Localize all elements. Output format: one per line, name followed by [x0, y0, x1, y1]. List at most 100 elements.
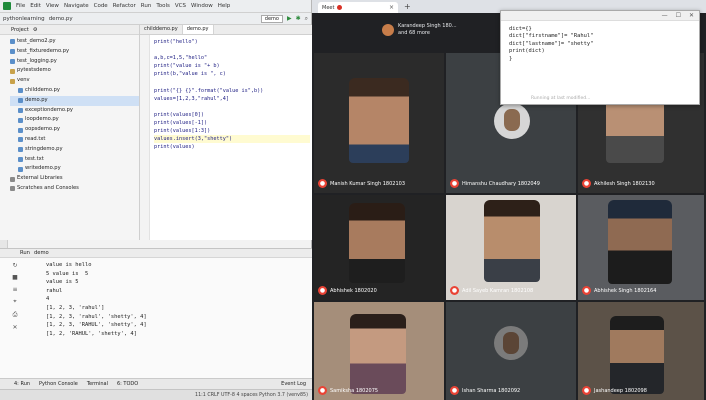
mic-off-icon: ●	[582, 179, 591, 188]
project-panel-title[interactable]: Project	[11, 27, 29, 33]
line-gutter	[140, 35, 150, 240]
run-panel: Run demo ↻ ■ ≡ ⌖ ⎙ ✕ value is hello 5 val…	[0, 248, 312, 388]
tree-item[interactable]: loopdemo.py	[10, 115, 139, 125]
tree-item[interactable]: demo.py	[10, 95, 139, 106]
search-icon[interactable]: ⌕	[305, 15, 308, 23]
menu-navigate[interactable]: Navigate	[64, 3, 89, 9]
code-line: print(values[-1])	[154, 119, 208, 126]
console-line: [1, 2, 3, 'rahul', 'shetty', 4]	[46, 313, 147, 320]
tree-item[interactable]: childdemo.py	[10, 86, 139, 96]
project-tree: test_demo2.py test_fixturedemo.py test_log…	[0, 35, 139, 194]
participant-tile[interactable]: ● Abhishek 1802020	[314, 195, 444, 300]
menu-view[interactable]: View	[46, 3, 59, 9]
code-area[interactable]: print("hello") a,b,c=1,5,"hello" print("va…	[154, 38, 310, 151]
tree-item[interactable]: stringdemo.py	[10, 145, 139, 155]
tree-item[interactable]: test_logging.py	[10, 57, 139, 67]
participant-tile[interactable]: ● Abhishek Singh 1802164	[578, 195, 704, 300]
mic-off-icon: ●	[318, 286, 327, 295]
print-icon[interactable]: ⎙	[13, 311, 18, 319]
menu-help[interactable]: Help	[218, 3, 231, 9]
pycharm-logo-icon	[3, 2, 11, 10]
participant-name: Abhishek Singh 1802164	[594, 287, 657, 294]
rerun-icon[interactable]: ↻	[12, 262, 17, 269]
code-line: print("hello")	[154, 39, 198, 45]
settings-gear-icon[interactable]: ⚙	[33, 27, 38, 33]
participant-name: Adil Sayeb Kamran 1802108	[462, 287, 534, 294]
minimize-icon[interactable]: —	[662, 12, 668, 19]
menu-code[interactable]: Code	[94, 3, 108, 9]
python-file-icon	[18, 127, 23, 133]
tree-item[interactable]: test.txt	[10, 155, 139, 165]
tree-item-label: Scratches and Consoles	[17, 184, 79, 191]
console-output: value is hello 5 value is 5 value is 5 rahu…	[46, 261, 147, 338]
tree-item[interactable]: exceptiondemo.py	[10, 106, 139, 116]
tree-item[interactable]: read.txt	[10, 135, 139, 145]
run-config-tab[interactable]: demo	[34, 250, 49, 256]
editor-tab-demo[interactable]: demo.py	[182, 25, 214, 34]
run-icon[interactable]: ▶	[287, 15, 292, 22]
notepad-line: }	[509, 55, 513, 62]
tab-event-log[interactable]: Event Log	[281, 381, 306, 387]
menu-run[interactable]: Run	[141, 3, 152, 9]
wrap-icon[interactable]: ≡	[12, 286, 17, 293]
tab-terminal[interactable]: Terminal	[87, 381, 108, 387]
tree-item[interactable]: test_fixturedemo.py	[10, 47, 139, 57]
recording-dot-icon	[337, 5, 343, 10]
trash-icon[interactable]: ✕	[12, 324, 17, 331]
notepad-text[interactable]: dict={} dict["firstname"]= "Rahul" dict[…	[501, 21, 699, 68]
console-line: value is hello	[46, 262, 92, 268]
breadcrumb-file[interactable]: demo.py	[49, 16, 73, 22]
participant-tile[interactable]: ● Samiksha 1802075	[314, 302, 444, 400]
notepad-line: dict["firstname"]= "Rahul"	[509, 33, 594, 40]
video-feed	[350, 314, 406, 394]
tree-item-label: read.txt	[25, 135, 46, 142]
menu-refactor[interactable]: Refactor	[113, 3, 136, 9]
participant-tile[interactable]: ● Adil Sayeb Kamran 1802108	[446, 195, 576, 300]
code-line: print(b,"value is ", c)	[154, 71, 226, 78]
run-config-select[interactable]: demo	[260, 14, 283, 23]
tab-run[interactable]: 4: Run	[14, 381, 30, 387]
tree-item-label: venv	[17, 77, 30, 84]
tree-item[interactable]: Scratches and Consoles	[10, 184, 139, 194]
notepad-line: dict={}	[509, 26, 532, 32]
participant-tile[interactable]: ● Manish Kumar Singh 1802103	[314, 53, 444, 193]
python-file-icon	[10, 49, 15, 55]
debug-icon[interactable]: ✱	[296, 15, 301, 22]
maximize-icon[interactable]: ☐	[676, 12, 681, 19]
participant-tile[interactable]: ● Jashandeep 1802098	[578, 302, 704, 400]
tree-item[interactable]: test_demo2.py	[10, 37, 139, 47]
notepad-window[interactable]: — ☐ ✕ dict={} dict["firstname"]= "Rahul"…	[500, 10, 700, 105]
video-feed	[608, 200, 672, 284]
pin-icon[interactable]: ⌖	[13, 298, 16, 306]
participant-tile[interactable]: ● Ishan Sharma 1802092	[446, 302, 576, 400]
menu-edit[interactable]: Edit	[30, 3, 41, 9]
notepad-titlebar: — ☐ ✕	[501, 11, 699, 21]
tree-item[interactable]: oopsdemo.py	[10, 125, 139, 135]
menu-tools[interactable]: Tools	[156, 3, 170, 9]
new-tab-icon[interactable]: +	[404, 2, 411, 11]
run-panel-title[interactable]: Run	[20, 250, 30, 256]
code-line: a,b,c=1,5,"hello"	[154, 55, 208, 62]
tree-item[interactable]: pytestsdemo	[10, 66, 139, 76]
editor-tab-childdemo[interactable]: childdemo.py	[140, 25, 183, 34]
browser-tab-meet[interactable]: Meet ×	[318, 2, 398, 13]
presenter-chip[interactable]: Karandeep Singh 180... and 68 more	[382, 23, 457, 37]
participant-name: Abhishek 1802020	[330, 287, 377, 294]
run-panel-header: Run demo	[0, 249, 312, 258]
tab-todo[interactable]: 6: TODO	[117, 381, 138, 387]
menu-file[interactable]: File	[16, 3, 25, 9]
stop-icon[interactable]: ■	[12, 274, 18, 281]
menu-vcs[interactable]: VCS	[175, 3, 186, 9]
code-editor[interactable]: childdemo.py demo.py print("hello") a,b,c…	[140, 25, 312, 240]
tree-item[interactable]: venv	[10, 76, 139, 86]
breadcrumb-project[interactable]: pythonlearning	[3, 16, 45, 22]
tree-item[interactable]: External Libraries	[10, 174, 139, 184]
tree-item[interactable]: writedemo.py	[10, 164, 139, 174]
more-participants-count: and 68 more	[398, 30, 430, 36]
close-tab-icon[interactable]: ×	[389, 4, 394, 11]
tree-item-label: External Libraries	[17, 175, 63, 182]
tab-python-console[interactable]: Python Console	[39, 381, 78, 387]
close-icon[interactable]: ✕	[689, 12, 694, 19]
menu-window[interactable]: Window	[191, 3, 213, 9]
